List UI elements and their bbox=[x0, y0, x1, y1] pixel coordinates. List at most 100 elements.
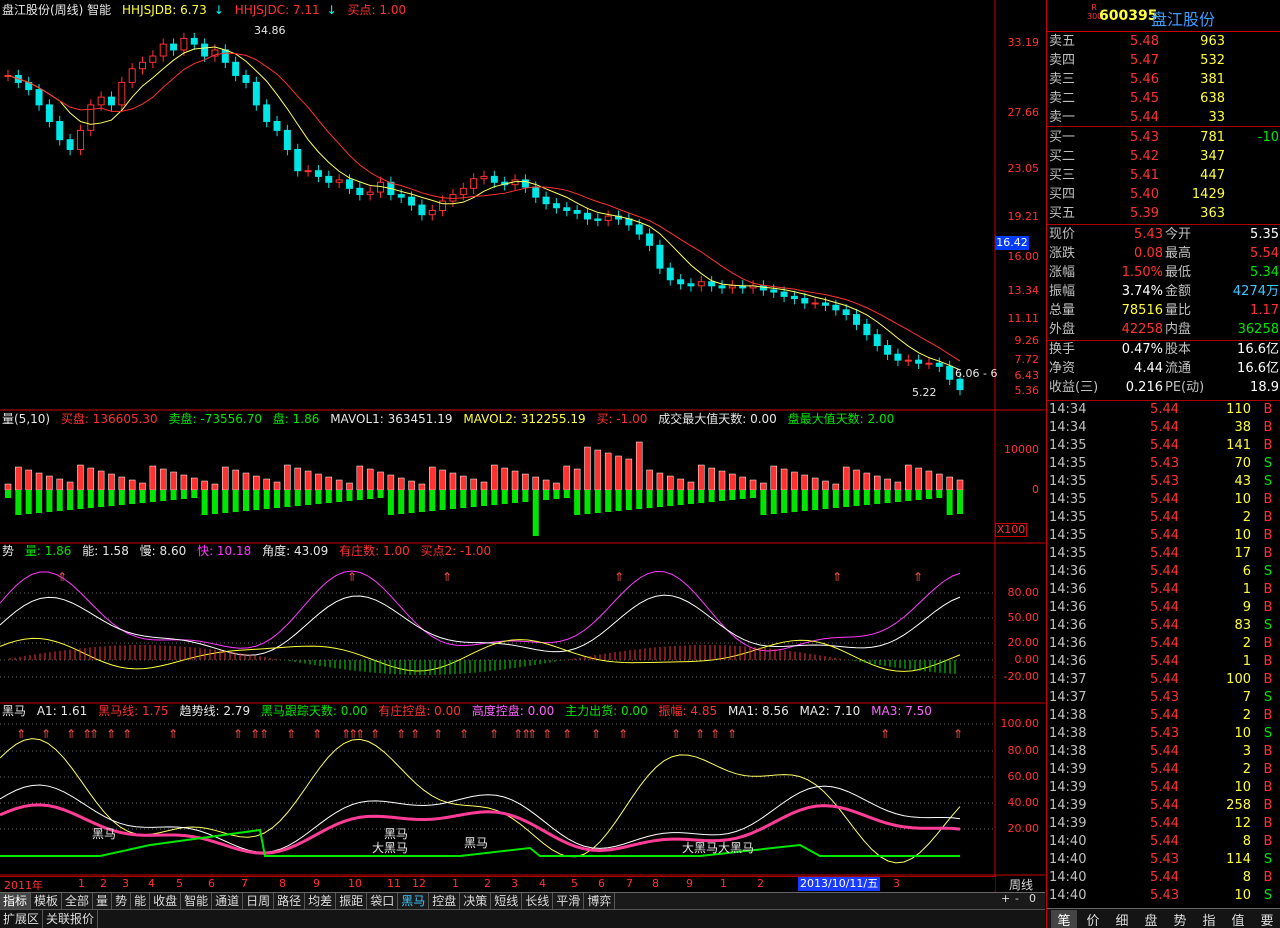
buy-order-row-cell: 5.42 bbox=[1130, 149, 1159, 164]
right-tabs: 笔价细盘势指值要 bbox=[1047, 908, 1280, 928]
quote-row: 涨跌 0.08 最高 5.54 bbox=[1047, 245, 1280, 263]
tab-日周[interactable]: 日周 bbox=[243, 893, 275, 909]
tick-cell: 5.43 bbox=[1150, 474, 1179, 489]
tab-通道[interactable]: 通道 bbox=[212, 893, 244, 909]
vol-sell-bar bbox=[232, 490, 239, 512]
trend-jiaodu: 角度: 43.09 bbox=[262, 544, 329, 558]
tab-黑马[interactable]: 黑马 bbox=[398, 893, 430, 909]
tab-博弈[interactable]: 博弈 bbox=[584, 893, 616, 909]
candle-body bbox=[470, 178, 478, 189]
tick-cell: 14:39 bbox=[1049, 762, 1087, 777]
vol-sell-bar bbox=[894, 490, 901, 502]
tab-短线[interactable]: 短线 bbox=[491, 893, 523, 909]
tab-长线[interactable]: 长线 bbox=[522, 893, 554, 909]
month-tick: 7 bbox=[241, 877, 248, 890]
tab-收盘[interactable]: 收盘 bbox=[150, 893, 182, 909]
indicator-tabs: 指标 模板 全部量势能收盘 智能 通道 日周 路径 均差 振距 袋口 黑马 控盘 决策 短线 长线 平滑 博弈 bbox=[0, 892, 1045, 909]
trend-youzhuang: 有庄数: 1.00 bbox=[339, 544, 410, 558]
tab-振距[interactable]: 振距 bbox=[336, 893, 368, 909]
tab-平滑[interactable]: 平滑 bbox=[553, 893, 585, 909]
buy-order-row-cell: 5.39 bbox=[1130, 206, 1159, 221]
candle-body bbox=[821, 302, 829, 306]
right-tab[interactable]: 值 bbox=[1225, 910, 1251, 928]
tick-row: 14:40 5.43 10 S bbox=[1047, 887, 1280, 905]
candle-body bbox=[459, 187, 467, 196]
right-tab[interactable]: 笔 bbox=[1051, 910, 1077, 928]
vol-buy-bar bbox=[377, 471, 384, 491]
right-tab[interactable]: 盘 bbox=[1138, 910, 1164, 928]
vol-buy-bar bbox=[522, 473, 529, 491]
tab-决策[interactable]: 决策 bbox=[460, 893, 492, 909]
vol-sell-bar bbox=[636, 490, 643, 509]
tick-cell: 5.44 bbox=[1150, 780, 1179, 795]
zoom-reset-button[interactable]: 0 bbox=[1029, 892, 1036, 905]
vol-buy-bar bbox=[149, 465, 157, 491]
chart-area[interactable]: 34.86 5.22 6.06 - 6 黑马 黑马 大黑马 黑马 大黑马大黑马 ⇑ ⇑ ⇑ ⇑ ⇑ ⇑ ⇑ ⇑… bbox=[0, 0, 1045, 928]
tab-能[interactable]: 能 bbox=[131, 893, 151, 909]
vol-buy-bar bbox=[408, 480, 415, 491]
vol-sell-bar bbox=[791, 490, 798, 512]
chart-title: 盘江股份(周线) 智能 bbox=[2, 3, 112, 17]
buy-arrow-marker: ⇑ bbox=[259, 727, 269, 741]
tab-智能[interactable]: 智能 bbox=[181, 893, 213, 909]
tab-路径[interactable]: 路径 bbox=[274, 893, 306, 909]
heima-axis-label: 60.00 bbox=[1007, 770, 1040, 783]
tick-cell: S bbox=[1263, 690, 1273, 705]
tab-势[interactable]: 势 bbox=[112, 893, 132, 909]
period-label[interactable]: 周线 bbox=[997, 876, 1045, 892]
vol-sell-bar bbox=[108, 490, 115, 506]
tab-related-quote[interactable]: 关联报价 bbox=[43, 910, 99, 928]
vol-buy-bar bbox=[604, 452, 612, 491]
finance-row-cell: PE(动) bbox=[1165, 380, 1205, 395]
zoom-out-button[interactable]: - bbox=[1015, 892, 1019, 905]
tab-模板[interactable]: 模板 bbox=[31, 893, 63, 909]
tick-cell: 5.44 bbox=[1150, 546, 1179, 561]
right-tab[interactable]: 价 bbox=[1080, 910, 1106, 928]
trend-buy-marker: ⇑ bbox=[347, 570, 357, 584]
right-tab[interactable]: 指 bbox=[1196, 910, 1222, 928]
kline-svg[interactable]: 34.865.226.06 - 6黑马 黑马大黑马 黑马 大黑马大黑马⇑ ⇑ ⇑ ⇑⇑ ⇑ ⇑ ⇑… bbox=[0, 0, 1045, 892]
tick-cell: B bbox=[1263, 654, 1273, 669]
right-tab[interactable]: 势 bbox=[1167, 910, 1193, 928]
vol-buy-bar bbox=[811, 477, 819, 491]
month-tick: 3 bbox=[893, 877, 900, 890]
buy-arrow-marker: ⇑ bbox=[233, 727, 243, 741]
trend-buy-marker: ⇑ bbox=[442, 570, 452, 584]
vol-sell-bar bbox=[543, 490, 550, 500]
tab-均差[interactable]: 均差 bbox=[305, 893, 337, 909]
right-tab[interactable]: 细 bbox=[1109, 910, 1135, 928]
tick-cell: 14:37 bbox=[1049, 672, 1087, 687]
candle-body bbox=[304, 170, 312, 173]
tab-袋口[interactable]: 袋口 bbox=[367, 893, 399, 909]
tick-cell: B bbox=[1263, 420, 1273, 435]
finance-row-cell: 换手 bbox=[1049, 342, 1076, 357]
tab-控盘[interactable]: 控盘 bbox=[429, 893, 461, 909]
buy-order-row-cell: 买三 bbox=[1049, 168, 1076, 183]
quote-row-cell: 现价 bbox=[1049, 227, 1076, 242]
tab-指标[interactable]: 指标 bbox=[0, 893, 32, 909]
candle-body bbox=[770, 289, 778, 293]
buy-order-row-cell: 5.40 bbox=[1130, 187, 1159, 202]
candle-body bbox=[418, 204, 426, 216]
sell-order-row-cell: 33 bbox=[1208, 110, 1225, 125]
tick-cell: S bbox=[1263, 618, 1273, 633]
tick-cell: 14:35 bbox=[1049, 474, 1087, 489]
hhjsjdc-value: HHJSJDC: 7.11 bbox=[234, 3, 320, 17]
candle-body bbox=[656, 244, 664, 269]
vol-sell-bar bbox=[305, 490, 312, 505]
vol-sell-bar bbox=[56, 490, 63, 511]
zoom-in-button[interactable]: + bbox=[1001, 892, 1010, 905]
tick-cell: 5.43 bbox=[1150, 726, 1179, 741]
trend-kuai: 快: 10.18 bbox=[197, 544, 252, 558]
tab-量[interactable]: 量 bbox=[93, 893, 113, 909]
right-tab[interactable]: 要 bbox=[1254, 910, 1280, 928]
price-axis-label: 23.05 bbox=[1007, 162, 1040, 175]
buy-arrow-marker: ⇑ bbox=[953, 727, 963, 741]
tab-全部[interactable]: 全部 bbox=[62, 893, 94, 909]
price-axis-label: 27.66 bbox=[1007, 106, 1040, 119]
buy-arrow-marker: ⇑ bbox=[727, 727, 737, 741]
vol-buy-bar bbox=[905, 464, 912, 491]
tab-extend[interactable]: 扩展区 bbox=[0, 910, 44, 928]
buy-arrow-marker: ⇑ bbox=[880, 727, 890, 741]
sell-order-row: 卖三 5.46 381 bbox=[1047, 71, 1280, 89]
